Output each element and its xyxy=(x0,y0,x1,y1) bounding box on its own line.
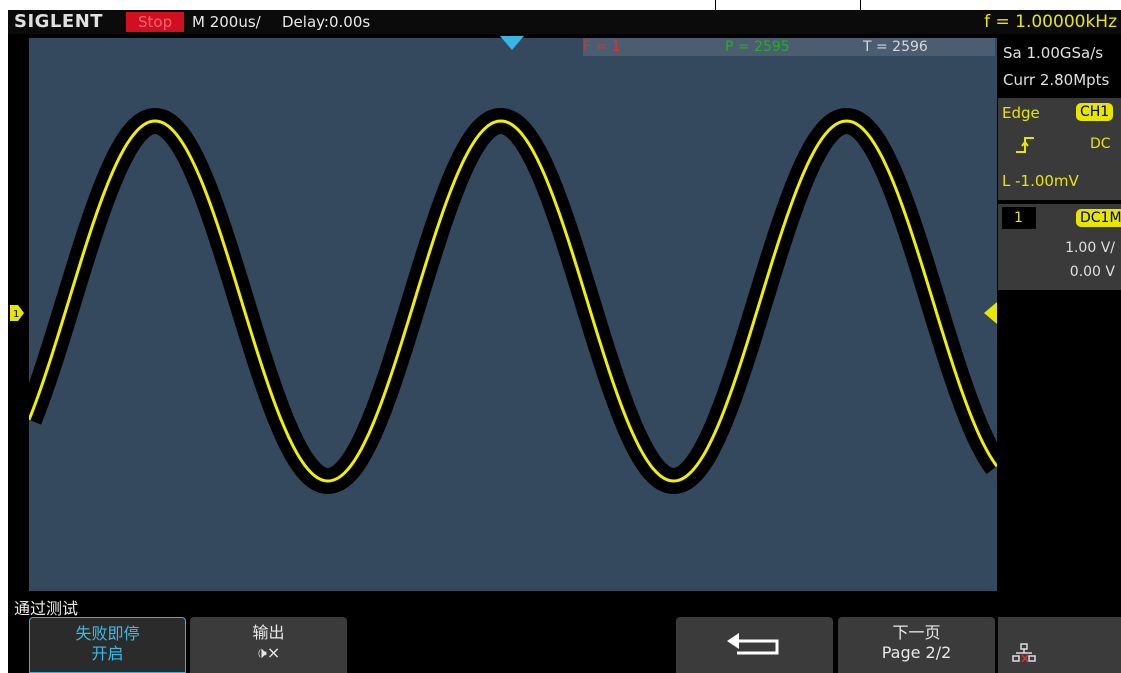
softkey-label: 输出 xyxy=(252,623,285,642)
trigger-type: Edge xyxy=(1002,104,1040,122)
memory-depth: Curr 2.80Mpts xyxy=(1003,71,1110,89)
menu-title: 通过测试 xyxy=(14,599,79,618)
return-softkey[interactable] xyxy=(676,617,833,673)
pass-count: P = 2595 xyxy=(725,39,790,55)
waveform-display[interactable] xyxy=(16,38,1008,591)
top-status-bar: SIGLENT Stop M 200us/ Delay:0.00s f = 1.… xyxy=(8,10,1121,34)
run-state-badge[interactable]: Stop xyxy=(126,12,185,32)
softkey-value: Page 2/2 xyxy=(881,643,952,662)
network-status[interactable] xyxy=(998,617,1121,673)
pass-fail-mask xyxy=(16,108,1008,494)
softkey-label: 失败即停 xyxy=(75,624,140,643)
stop-on-fail-softkey[interactable]: 失败即停 开启 xyxy=(29,617,186,673)
waveform-plot xyxy=(16,108,1008,494)
softkey-value: 开启 xyxy=(91,644,124,663)
output-softkey[interactable]: 输出 🕩× xyxy=(190,617,347,673)
trigger-position-icon[interactable] xyxy=(500,36,524,50)
trigger-level: L -1.00mV xyxy=(1002,172,1079,190)
ch1-trace xyxy=(27,119,999,483)
trigger-coupling: DC xyxy=(1090,136,1111,152)
oscilloscope-screen: SIGLENT Stop M 200us/ Delay:0.00s f = 1.… xyxy=(0,0,1121,673)
channel-offset: 0.00 V xyxy=(1069,264,1115,280)
channel1-panel[interactable]: 1 DC1M 1.00 V/ 0.00 V xyxy=(998,204,1121,290)
trigger-level-icon[interactable] xyxy=(984,302,997,324)
softkey-label: 下一页 xyxy=(892,623,941,642)
total-count: T = 2596 xyxy=(863,39,928,55)
rising-edge-icon xyxy=(1016,137,1034,153)
channel-scale: 1.00 V/ xyxy=(1065,240,1115,256)
channel-number: 1 xyxy=(1002,207,1036,229)
timebase-readout: M 200us/ xyxy=(192,13,261,31)
delay-readout: Delay:0.00s xyxy=(282,13,371,31)
trigger-source-badge: CH1 xyxy=(1076,103,1114,121)
pass-fail-statistics: F = 1 P = 2595 T = 2596 xyxy=(583,38,995,56)
next-page-softkey[interactable]: 下一页 Page 2/2 xyxy=(838,617,995,673)
side-panel: Sa 1.00GSa/s Curr 2.80Mpts Edge CH1 DC L… xyxy=(998,34,1121,673)
trigger-panel[interactable]: Edge CH1 DC L -1.00mV xyxy=(998,98,1121,200)
ch1-marker-label: 1 xyxy=(13,309,19,320)
return-arrow-icon xyxy=(726,633,778,655)
frequency-readout: f = 1.00000kHz xyxy=(984,12,1117,32)
softkey-value: 🕩× xyxy=(256,643,281,662)
brand-logo: SIGLENT xyxy=(14,11,104,32)
channel-coupling-badge: DC1M xyxy=(1076,209,1121,227)
network-icon xyxy=(1012,643,1036,663)
sample-rate: Sa 1.00GSa/s xyxy=(1003,44,1104,62)
ch1-offset-marker-icon[interactable]: 1 xyxy=(10,305,24,321)
fail-count: F = 1 xyxy=(583,39,621,55)
